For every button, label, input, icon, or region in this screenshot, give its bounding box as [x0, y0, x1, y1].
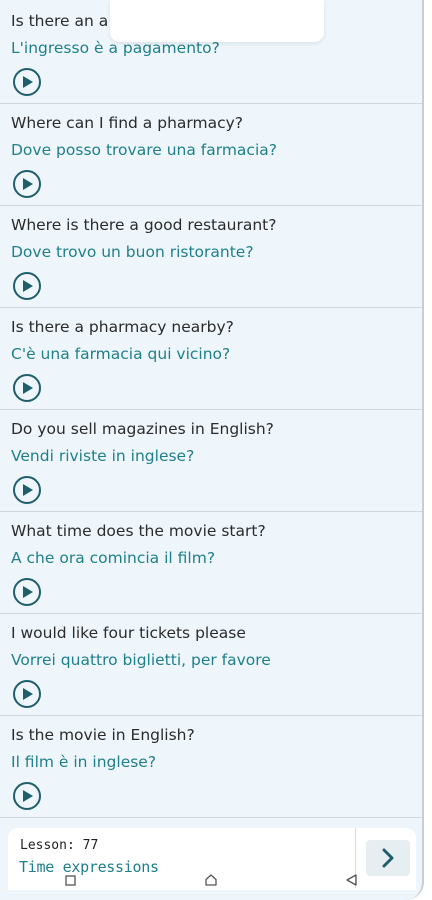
italian-phrase: Vorrei quattro biglietti, per favore [11, 651, 271, 669]
play-button[interactable] [13, 170, 41, 198]
italian-phrase: C'è una farmacia qui vicino? [11, 345, 231, 363]
phrase-list[interactable]: Is there an a L'ingresso è a pagamento? … [0, 0, 422, 818]
phrase-item: Is the movie in English? Il film è in in… [0, 716, 422, 818]
english-phrase: Is there a pharmacy nearby? [11, 318, 234, 336]
english-phrase: Where is there a good restaurant? [11, 216, 277, 234]
phrase-item: Is there a pharmacy nearby? C'è una farm… [0, 308, 422, 410]
italian-phrase: Dove posso trovare una farmacia? [11, 141, 277, 159]
play-circle-icon [23, 382, 33, 394]
play-button[interactable] [13, 782, 41, 810]
italian-phrase: Il film è in inglese? [11, 753, 157, 771]
lesson-number: Lesson: 77 [20, 838, 99, 853]
phrase-item: What time does the movie start? A che or… [0, 512, 422, 614]
english-phrase: Do you sell magazines in English? [11, 420, 274, 438]
overlay-popup [110, 0, 324, 42]
play-button[interactable] [13, 680, 41, 708]
phrase-item: Where can I find a pharmacy? Dove posso … [0, 104, 422, 206]
play-circle-icon [23, 280, 33, 292]
play-circle-icon [23, 586, 33, 598]
phrase-item: Where is there a good restaurant? Dove t… [0, 206, 422, 308]
chevron-right-icon [382, 848, 394, 868]
play-button[interactable] [13, 374, 41, 402]
play-button[interactable] [13, 476, 41, 504]
recents-button[interactable] [55, 868, 85, 892]
square-icon [65, 874, 76, 886]
play-circle-icon [23, 484, 33, 496]
system-navigation-bar [0, 868, 422, 892]
back-triangle-icon [346, 874, 357, 886]
play-circle-icon [23, 688, 33, 700]
phrase-item: I would like four tickets please Vorrei … [0, 614, 422, 716]
home-button[interactable] [196, 868, 226, 892]
english-phrase: Is the movie in English? [11, 726, 195, 744]
phrase-screen: Is there an a L'ingresso è a pagamento? … [0, 0, 424, 900]
italian-phrase: Dove trovo un buon ristorante? [11, 243, 254, 261]
phrase-item: Do you sell magazines in English? Vendi … [0, 410, 422, 512]
home-icon [205, 874, 217, 886]
english-phrase: What time does the movie start? [11, 522, 266, 540]
play-button[interactable] [13, 578, 41, 606]
play-button[interactable] [13, 272, 41, 300]
play-button[interactable] [13, 68, 41, 96]
back-button[interactable] [337, 868, 367, 892]
italian-phrase: A che ora comincia il film? [11, 549, 216, 567]
english-phrase: Is there an a [11, 12, 109, 30]
play-circle-icon [23, 178, 33, 190]
phone-frame: Is there an a L'ingresso è a pagamento? … [0, 0, 432, 900]
play-circle-icon [23, 76, 33, 88]
english-phrase: I would like four tickets please [11, 624, 246, 642]
italian-phrase: Vendi riviste in inglese? [11, 447, 195, 465]
english-phrase: Where can I find a pharmacy? [11, 114, 244, 132]
play-circle-icon [23, 790, 33, 802]
